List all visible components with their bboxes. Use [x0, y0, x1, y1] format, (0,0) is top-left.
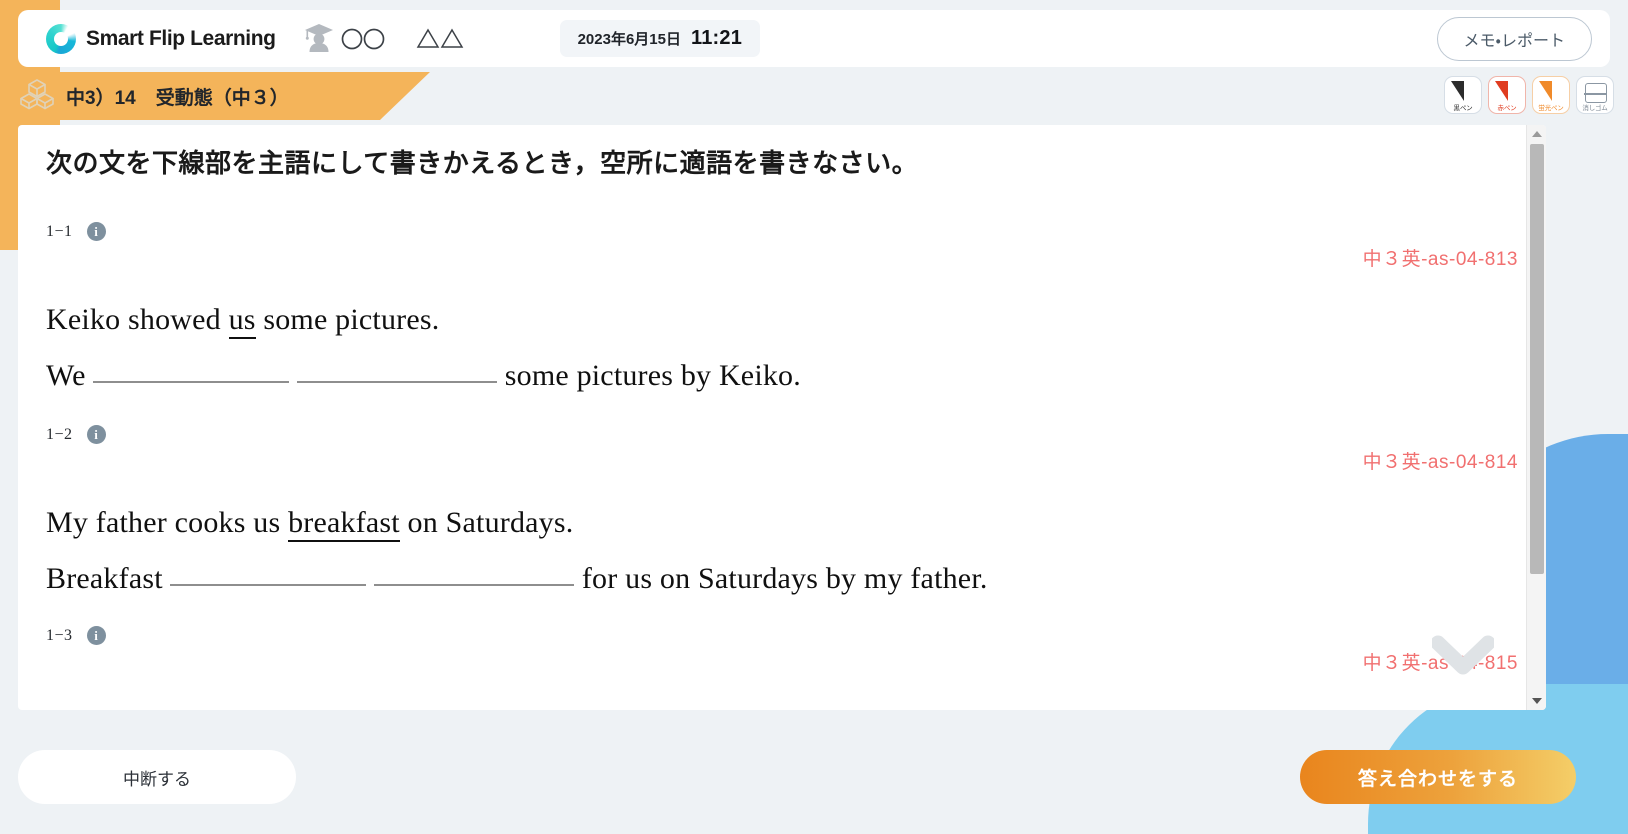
app-header: Smart Flip Learning 2023年6月15日 11:21 メモ・…	[18, 10, 1610, 67]
question-code: 中３英-as-04-815	[1362, 653, 1518, 674]
question-block: 1−1 i 中３英-as-04-813 Keiko showed us some…	[46, 222, 1526, 393]
question-meta: 1−2 i	[46, 425, 1526, 444]
scrollbar-thumb[interactable]	[1530, 144, 1544, 574]
red-pen-nib	[1495, 81, 1508, 101]
eraser-label: 消しゴム	[1582, 105, 1608, 112]
question-answer-sentence: Breakfast for us on Saturdays by my fath…	[46, 562, 1526, 596]
smart-flip-ring-icon	[46, 23, 76, 54]
question-block: 1−3 i 中３英-as-04-815	[46, 626, 1526, 674]
worksheet-scrollbar[interactable]	[1526, 125, 1546, 710]
cubes-icon	[20, 78, 54, 115]
answer-blank-1[interactable]	[170, 584, 367, 586]
source-pre: Keiko showed	[46, 303, 229, 336]
answer-pre: Breakfast	[46, 562, 171, 595]
pause-button[interactable]: 中断する	[18, 750, 296, 804]
question-number: 1−3	[46, 626, 73, 644]
black-pen-icon[interactable]: 黒ペン	[1444, 76, 1482, 114]
scroll-up-arrow-icon[interactable]	[1527, 125, 1546, 143]
two-circles-icon	[340, 27, 390, 51]
answer-mid	[289, 359, 297, 392]
answer-blank-2[interactable]	[374, 584, 575, 586]
answer-mid	[366, 562, 374, 595]
highlighter-nib	[1539, 81, 1552, 101]
check-answers-button[interactable]: 答え合わせをする	[1300, 750, 1576, 804]
current-time: 11:21	[691, 27, 743, 49]
brand-logo[interactable]: Smart Flip Learning	[46, 23, 276, 54]
source-post: some pictures.	[255, 303, 440, 336]
black-pen-label: 黒ペン	[1453, 105, 1473, 112]
eraser-shape	[1584, 83, 1607, 103]
eraser-icon[interactable]: 消しゴム	[1576, 76, 1614, 114]
answer-pre: We	[46, 359, 94, 392]
graduate-avatar-icon	[302, 19, 336, 58]
question-source-sentence: My father cooks us breakfast on Saturday…	[46, 506, 1526, 542]
question-answer-sentence: We some pictures by Keiko.	[46, 359, 1526, 393]
question-number: 1−1	[46, 222, 73, 240]
breadcrumb-grade-unit: 中3）14	[66, 87, 136, 109]
source-underlined-word: us	[228, 303, 256, 339]
source-underlined-word: breakfast	[288, 506, 400, 542]
unit-breadcrumb-bar: 中3）14 受動態（中３） 黒ペン 赤ペン 蛍光ペン 消しゴム	[0, 72, 1628, 120]
answer-blank-1[interactable]	[93, 381, 290, 383]
question-meta: 1−1 i	[46, 222, 1526, 241]
highlighter-label: 蛍光ペン	[1538, 105, 1564, 112]
red-pen-icon[interactable]: 赤ペン	[1488, 76, 1526, 114]
info-icon[interactable]: i	[86, 626, 106, 645]
question-code: 中３英-as-04-814	[1362, 452, 1518, 473]
worksheet-panel: 次の文を下線部を主語にして書きかえるとき，空所に適語を書きなさい。 1−1 i …	[18, 125, 1546, 710]
app-root: Smart Flip Learning 2023年6月15日 11:21 メモ・…	[0, 0, 1628, 834]
answer-post: some pictures by Keiko.	[497, 359, 801, 392]
scroll-down-arrow-icon[interactable]	[1527, 692, 1546, 710]
info-icon[interactable]: i	[86, 222, 106, 241]
question-source-sentence: Keiko showed us some pictures.	[46, 303, 1526, 339]
breadcrumb-title: 受動態（中３）	[155, 87, 289, 109]
worksheet-instruction: 次の文を下線部を主語にして書きかえるとき，空所に適語を書きなさい。	[46, 148, 919, 178]
black-pen-nib	[1451, 81, 1464, 101]
answer-blank-2[interactable]	[297, 381, 498, 383]
question-block: 1−2 i 中３英-as-04-814 My father cooks us b…	[46, 425, 1526, 596]
pen-toolbar: 黒ペン 赤ペン 蛍光ペン 消しゴム	[1444, 76, 1614, 114]
brand-name: Smart Flip Learning	[86, 26, 276, 50]
question-code: 中３英-as-04-813	[1362, 249, 1518, 270]
source-pre: My father cooks us	[46, 506, 289, 539]
question-meta: 1−3 i	[46, 626, 1526, 645]
answer-post: for us on Saturdays by my father.	[574, 562, 988, 595]
source-post: on Saturdays.	[399, 506, 574, 539]
highlighter-pen-icon[interactable]: 蛍光ペン	[1532, 76, 1570, 114]
red-pen-label: 赤ペン	[1497, 105, 1517, 112]
two-triangles-icon	[416, 27, 468, 51]
question-number: 1−2	[46, 425, 73, 443]
memo-report-button[interactable]: メモ・レポート	[1436, 16, 1592, 61]
info-icon[interactable]: i	[86, 425, 106, 444]
worksheet-scroll-area[interactable]: 次の文を下線部を主語にして書きかえるとき，空所に適語を書きなさい。 1−1 i …	[18, 125, 1526, 710]
datetime-display: 2023年6月15日 11:21	[559, 20, 761, 57]
current-date: 2023年6月15日	[577, 31, 681, 48]
